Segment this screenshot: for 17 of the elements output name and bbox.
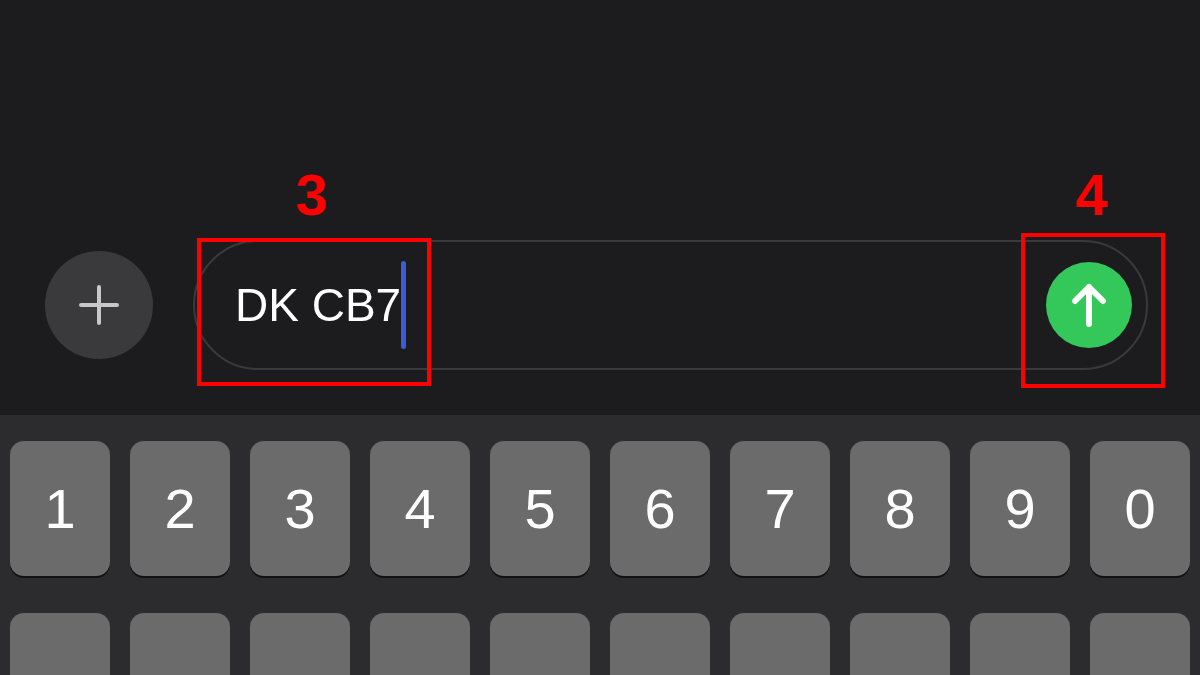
keyboard-key[interactable]: 0: [1090, 441, 1190, 576]
send-button[interactable]: [1046, 262, 1132, 348]
step-number: 3: [294, 166, 330, 224]
keyboard-key[interactable]: 1: [10, 441, 110, 576]
step-number: 4: [1074, 166, 1110, 224]
keyboard-key[interactable]: 3: [250, 441, 350, 576]
plus-icon: [78, 284, 120, 326]
message-field[interactable]: DK CB7: [193, 240, 1148, 370]
keyboard-key[interactable]: 5: [490, 441, 590, 576]
keyboard-key[interactable]: 8: [850, 441, 950, 576]
keyboard-key[interactable]: 4: [370, 441, 470, 576]
keyboard-key[interactable]: 6: [610, 441, 710, 576]
keyboard-key[interactable]: 2: [130, 441, 230, 576]
keyboard-key[interactable]: 9: [970, 441, 1070, 576]
arrow-up-icon: [1071, 283, 1107, 327]
keyboard-key[interactable]: 7: [730, 441, 830, 576]
message-text: DK CB7: [235, 282, 402, 328]
